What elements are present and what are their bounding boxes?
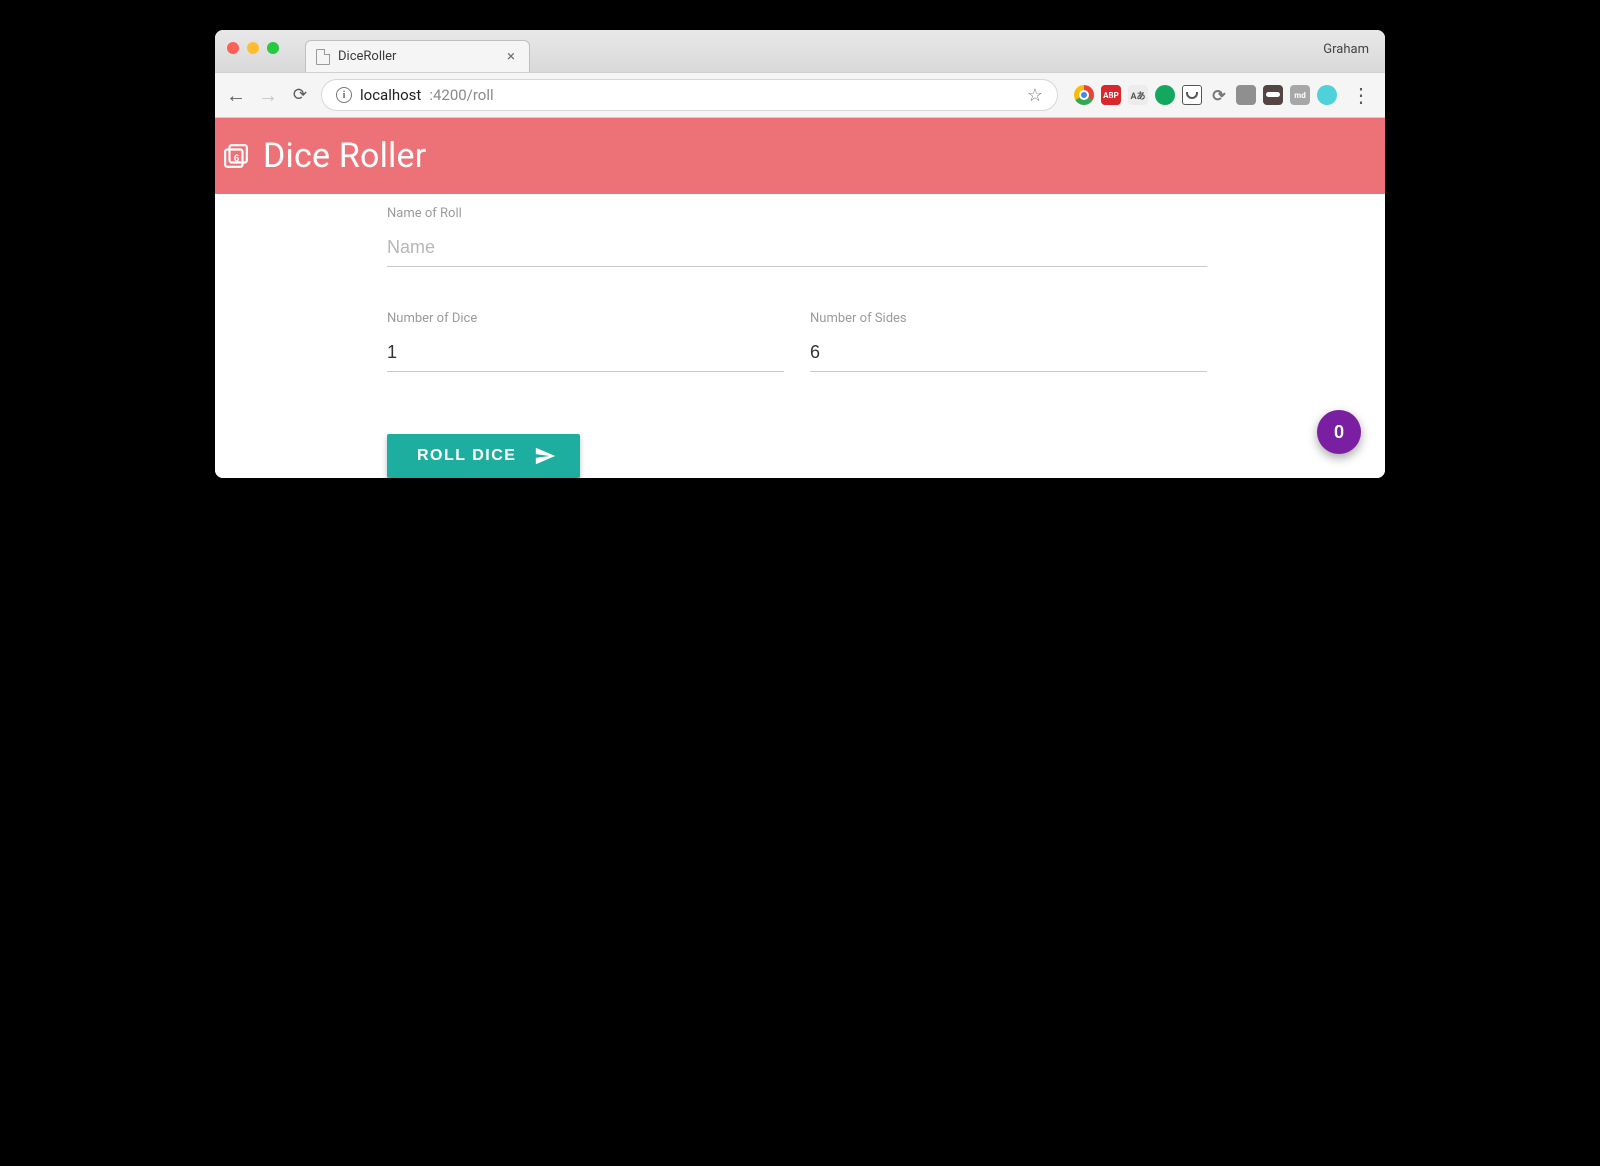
site-info-icon[interactable]: i — [336, 87, 352, 103]
reload-button[interactable]: ⟳ — [289, 85, 311, 105]
window-titlebar: DiceRoller × Graham — [215, 30, 1385, 72]
extension-grey-icon[interactable] — [1236, 85, 1256, 105]
url-rest: :4200/roll — [429, 86, 493, 104]
chrome-profile-name[interactable]: Graham — [1323, 42, 1369, 57]
dice-count-input[interactable] — [387, 336, 784, 372]
roll-dice-button[interactable]: ROLL DICE — [387, 434, 580, 478]
chrome-menu-button[interactable]: ⋮ — [1347, 83, 1375, 107]
results-count-fab[interactable]: 0 — [1317, 410, 1361, 454]
name-field: Name of Roll — [387, 206, 1207, 267]
chrome-icon[interactable] — [1074, 85, 1094, 105]
pocket-icon[interactable] — [1182, 85, 1202, 105]
name-input[interactable] — [387, 231, 1207, 267]
markdown-icon[interactable]: md — [1290, 85, 1310, 105]
extension-mask-icon[interactable] — [1263, 85, 1283, 105]
app-title: Dice Roller — [263, 136, 426, 176]
extension-teal-icon[interactable] — [1317, 85, 1337, 105]
window-close-button[interactable] — [227, 42, 239, 54]
address-bar[interactable]: i localhost :4200/roll ☆ — [321, 79, 1058, 111]
url-host: localhost — [360, 86, 421, 104]
window-traffic-lights — [227, 42, 279, 54]
roll-form: Name of Roll Number of Dice Number of Si… — [387, 194, 1207, 478]
tab-close-button[interactable]: × — [507, 49, 515, 64]
browser-toolbar: ← → ⟳ i localhost :4200/roll ☆ ABP Aあ ⟳ m… — [215, 72, 1385, 118]
roll-button-label: ROLL DICE — [417, 447, 516, 465]
name-label: Name of Roll — [387, 206, 1207, 221]
browser-tab[interactable]: DiceRoller × — [305, 40, 530, 72]
sides-label: Number of Sides — [810, 311, 1207, 326]
bookmark-star-icon[interactable]: ☆ — [1027, 85, 1043, 106]
adblock-icon[interactable]: ABP — [1101, 85, 1121, 105]
tab-title: DiceRoller — [338, 49, 396, 64]
sides-field: Number of Sides — [810, 311, 1207, 372]
extension-green-icon[interactable] — [1155, 85, 1175, 105]
back-button[interactable]: ← — [225, 83, 247, 108]
sync-icon[interactable]: ⟳ — [1209, 85, 1229, 105]
window-minimize-button[interactable] — [247, 42, 259, 54]
send-icon — [534, 445, 556, 467]
dice-count-field: Number of Dice — [387, 311, 784, 372]
dice-icon: 6 — [223, 143, 249, 169]
translate-icon[interactable]: Aあ — [1128, 85, 1148, 105]
window-maximize-button[interactable] — [267, 42, 279, 54]
browser-window: DiceRoller × Graham ← → ⟳ i localhost :42… — [215, 30, 1385, 478]
app-header: 6 Dice Roller — [215, 118, 1385, 194]
extension-icons: ABP Aあ ⟳ md — [1074, 85, 1337, 105]
svg-text:6: 6 — [234, 153, 240, 164]
page-viewport: 6 Dice Roller Name of Roll Number of Dic… — [215, 118, 1385, 478]
fab-value: 0 — [1334, 422, 1344, 443]
dice-count-label: Number of Dice — [387, 311, 784, 326]
blank-page-icon — [316, 49, 330, 65]
sides-input[interactable] — [810, 336, 1207, 372]
forward-button: → — [257, 83, 279, 108]
